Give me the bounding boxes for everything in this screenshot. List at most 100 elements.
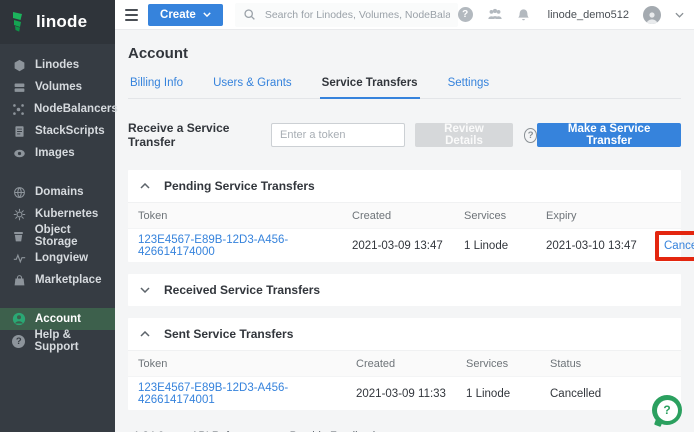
sidebar-item-label: Volumes (35, 81, 82, 93)
column-header: Expiry (546, 210, 664, 222)
section-title: Received Service Transfers (164, 283, 320, 297)
sidebar-item-kubernetes[interactable]: Kubernetes (0, 203, 115, 225)
sidebar-item-account[interactable]: Account (0, 308, 115, 330)
column-header: Created (352, 210, 464, 222)
token-link[interactable]: 123E4567-E89B-12D3-A456-426614174000 (138, 234, 352, 258)
sidebar-item-label: Linodes (35, 59, 79, 71)
tab-bar: Billing Info Users & Grants Service Tran… (128, 72, 681, 99)
menu-icon[interactable] (125, 9, 138, 21)
help-icon[interactable]: ? (458, 7, 473, 22)
expiry-cell: 2021-03-10 13:47 (546, 240, 664, 252)
avatar[interactable] (643, 6, 661, 24)
tab-billing-info[interactable]: Billing Info (128, 72, 185, 98)
linodes-icon (12, 59, 26, 72)
sidebar-item-nodebalancers[interactable]: NodeBalancers (0, 98, 115, 120)
notifications-bell-icon[interactable] (517, 8, 530, 22)
pending-transfers-card: Pending Service Transfers Token Created … (128, 170, 681, 262)
stackscripts-icon (12, 125, 26, 138)
logo-text: linode (36, 12, 87, 32)
sidebar-item-label: Marketplace (35, 274, 101, 286)
token-link[interactable]: 123E4567-E89B-12D3-A456-426614174001 (138, 382, 356, 406)
chevron-up-icon (140, 331, 150, 337)
status-cell: Cancelled (550, 388, 671, 400)
sidebar-item-linodes[interactable]: Linodes (0, 54, 115, 76)
sidebar-item-marketplace[interactable]: Marketplace (0, 269, 115, 291)
column-header: Services (464, 210, 546, 222)
sidebar-item-label: NodeBalancers (34, 103, 118, 115)
services-cell: 1 Linode (466, 388, 550, 400)
images-icon (12, 147, 26, 160)
top-header: Create ? linode_demo512 (115, 0, 694, 30)
sidebar-item-domains[interactable]: Domains (0, 181, 115, 203)
help-bubble-button[interactable]: ? (652, 395, 682, 425)
review-details-button[interactable]: Review Details (415, 123, 513, 147)
sidebar-item-label: Kubernetes (35, 208, 98, 220)
search-input[interactable] (265, 9, 450, 21)
linode-logo[interactable]: linode (0, 0, 115, 44)
table-header-row: Token Created Services Expiry (128, 203, 681, 228)
volumes-icon (12, 81, 26, 94)
created-cell: 2021-03-09 11:33 (356, 388, 466, 400)
sidebar-item-help-support[interactable]: ? Help & Support (0, 330, 115, 352)
linode-logo-icon (11, 11, 29, 33)
sidebar: linode Linodes Volumes NodeBalancers Sta… (0, 0, 115, 432)
receive-transfer-row: Receive a Service Transfer Review Detail… (128, 121, 681, 149)
page-title: Account (128, 45, 681, 62)
account-icon (12, 312, 26, 326)
chevron-up-icon (140, 183, 150, 189)
received-transfers-card: Received Service Transfers (128, 274, 681, 306)
tooltip-help-icon[interactable]: ? (524, 128, 537, 143)
table-header-row: Token Created Services Status (128, 351, 681, 376)
table-row: 123E4567-E89B-12D3-A456-426614174000 202… (128, 228, 681, 262)
sidebar-item-stackscripts[interactable]: StackScripts (0, 120, 115, 142)
column-header: Services (466, 358, 550, 370)
object-storage-icon (12, 230, 26, 243)
help-icon: ? (12, 335, 25, 348)
create-button[interactable]: Create (148, 4, 223, 26)
cancel-link[interactable]: Cancel (664, 240, 694, 252)
tab-service-transfers[interactable]: Service Transfers (320, 72, 420, 99)
community-icon[interactable] (487, 8, 503, 21)
chevron-down-icon (203, 12, 211, 17)
search-icon (243, 8, 256, 21)
received-transfers-header[interactable]: Received Service Transfers (128, 274, 681, 306)
receive-transfer-label: Receive a Service Transfer (128, 121, 260, 149)
kubernetes-icon (12, 208, 26, 221)
token-input[interactable] (271, 123, 405, 147)
sidebar-item-label: Object Storage (35, 224, 115, 248)
sidebar-item-volumes[interactable]: Volumes (0, 76, 115, 98)
sidebar-item-object-storage[interactable]: Object Storage (0, 225, 115, 247)
sidebar-item-longview[interactable]: Longview (0, 247, 115, 269)
longview-icon (12, 252, 26, 265)
sidebar-item-label: Domains (35, 186, 84, 198)
sidebar-item-label: Help & Support (34, 329, 115, 353)
tab-settings[interactable]: Settings (446, 72, 492, 98)
make-transfer-button[interactable]: Make a Service Transfer (537, 123, 681, 147)
table-row: 123E4567-E89B-12D3-A456-426614174001 202… (128, 376, 681, 410)
username-label[interactable]: linode_demo512 (548, 9, 629, 21)
domains-icon (12, 186, 26, 199)
nodebalancers-icon (12, 103, 25, 116)
section-title: Sent Service Transfers (164, 327, 293, 341)
column-header: Created (356, 358, 466, 370)
sidebar-item-label: Images (35, 147, 75, 159)
services-cell: 1 Linode (464, 240, 546, 252)
column-header: Status (550, 358, 671, 370)
sidebar-item-label: StackScripts (35, 125, 105, 137)
help-bubble-question-icon: ? (657, 400, 678, 421)
column-header: Token (138, 210, 352, 222)
sent-transfers-card: Sent Service Transfers Token Created Ser… (128, 318, 681, 410)
tab-users-grants[interactable]: Users & Grants (211, 72, 294, 98)
sidebar-item-images[interactable]: Images (0, 142, 115, 164)
created-cell: 2021-03-09 13:47 (352, 240, 464, 252)
create-button-label: Create (160, 9, 196, 21)
sidebar-nav: Linodes Volumes NodeBalancers StackScrip… (0, 54, 115, 352)
chevron-down-icon[interactable] (675, 12, 684, 18)
pending-transfers-header[interactable]: Pending Service Transfers (128, 170, 681, 203)
marketplace-icon (12, 274, 26, 287)
main-content: Account Billing Info Users & Grants Serv… (115, 30, 694, 432)
sidebar-item-label: Account (35, 313, 81, 325)
sent-transfers-header[interactable]: Sent Service Transfers (128, 318, 681, 351)
global-search (235, 3, 458, 27)
chevron-down-icon (140, 287, 150, 293)
